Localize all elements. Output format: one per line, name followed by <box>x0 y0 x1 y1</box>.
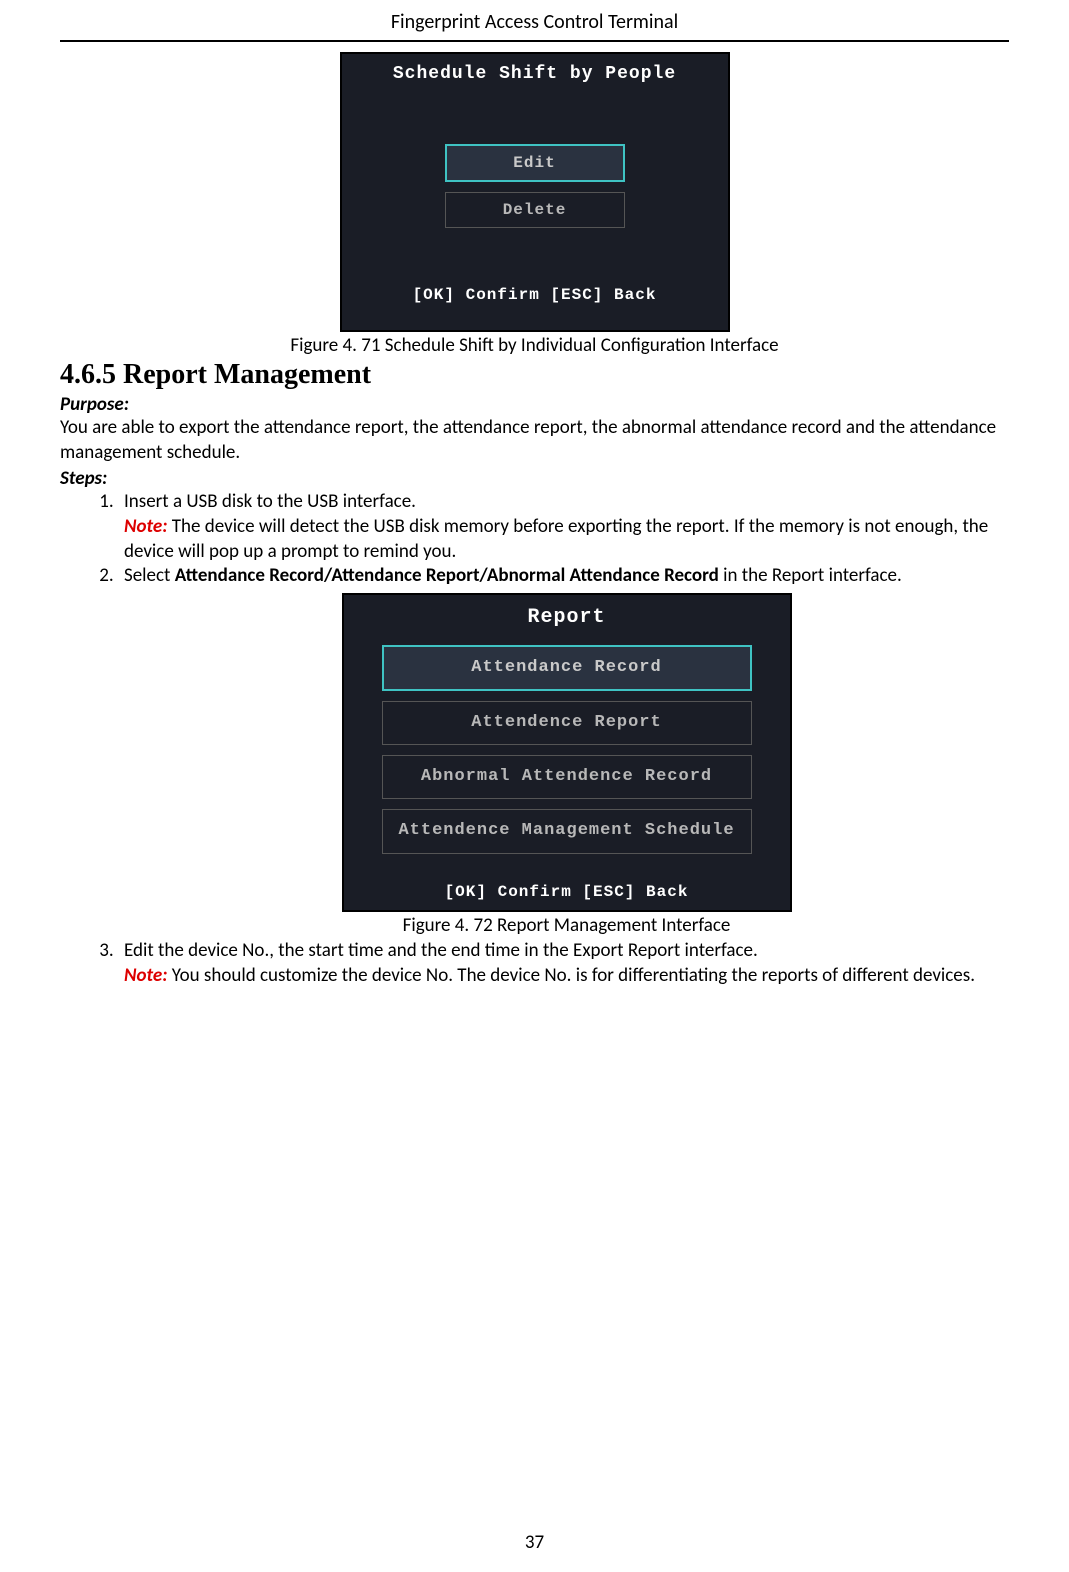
page-number: 37 <box>0 1531 1069 1554</box>
header-divider <box>60 40 1009 42</box>
attendance-management-schedule-button[interactable]: Attendence Management Schedule <box>382 809 752 853</box>
step-3-text: Edit the device No., the start time and … <box>124 939 758 962</box>
step-3: Edit the device No., the start time and … <box>118 939 1009 988</box>
figure-caption-71: Figure 4. 71 Schedule Shift by Individua… <box>60 334 1009 357</box>
purpose-text: You are able to export the attendance re… <box>60 416 1009 465</box>
section-heading-report-management: 4.6.5 Report Management <box>60 359 1009 391</box>
purpose-label: Purpose: <box>60 393 1009 416</box>
step-1-note-text: The device will detect the USB disk memo… <box>124 515 988 563</box>
step-2-bold: Attendance Record/Attendance Report/Abno… <box>175 564 719 587</box>
device-screenshot-schedule-shift: Schedule Shift by People Edit Delete [OK… <box>340 52 730 332</box>
page-header-title: Fingerprint Access Control Terminal <box>60 0 1009 40</box>
device-footer-hint: [OK] Confirm [ESC] Back <box>344 864 790 911</box>
step-1-text: Insert a USB disk to the USB interface. <box>124 490 416 513</box>
note-label: Note: <box>124 964 167 987</box>
figure-caption-72: Figure 4. 72 Report Management Interface <box>124 914 1009 939</box>
device-screen-title: Schedule Shift by People <box>342 54 728 114</box>
steps-list: Insert a USB disk to the USB interface. … <box>60 490 1009 988</box>
device-screen-title: Report <box>344 595 790 645</box>
device-screenshot-report: Report Attendance Record Attendence Repo… <box>342 593 792 912</box>
attendance-record-button[interactable]: Attendance Record <box>382 645 752 691</box>
step-1: Insert a USB disk to the USB interface. … <box>118 490 1009 564</box>
step-2: Select Attendance Record/Attendance Repo… <box>118 564 1009 939</box>
delete-button[interactable]: Delete <box>445 192 625 228</box>
attendance-report-button[interactable]: Attendence Report <box>382 701 752 745</box>
device-footer-hint: [OK] Confirm [ESC] Back <box>342 268 728 312</box>
step-2-post: in the Report interface. <box>719 564 902 587</box>
abnormal-attendance-record-button[interactable]: Abnormal Attendence Record <box>382 755 752 799</box>
edit-button[interactable]: Edit <box>445 144 625 182</box>
step-2-pre: Select <box>124 564 175 587</box>
note-label: Note: <box>124 515 167 538</box>
step-3-note-text: You should customize the device No. The … <box>167 964 975 987</box>
steps-label: Steps: <box>60 467 1009 490</box>
